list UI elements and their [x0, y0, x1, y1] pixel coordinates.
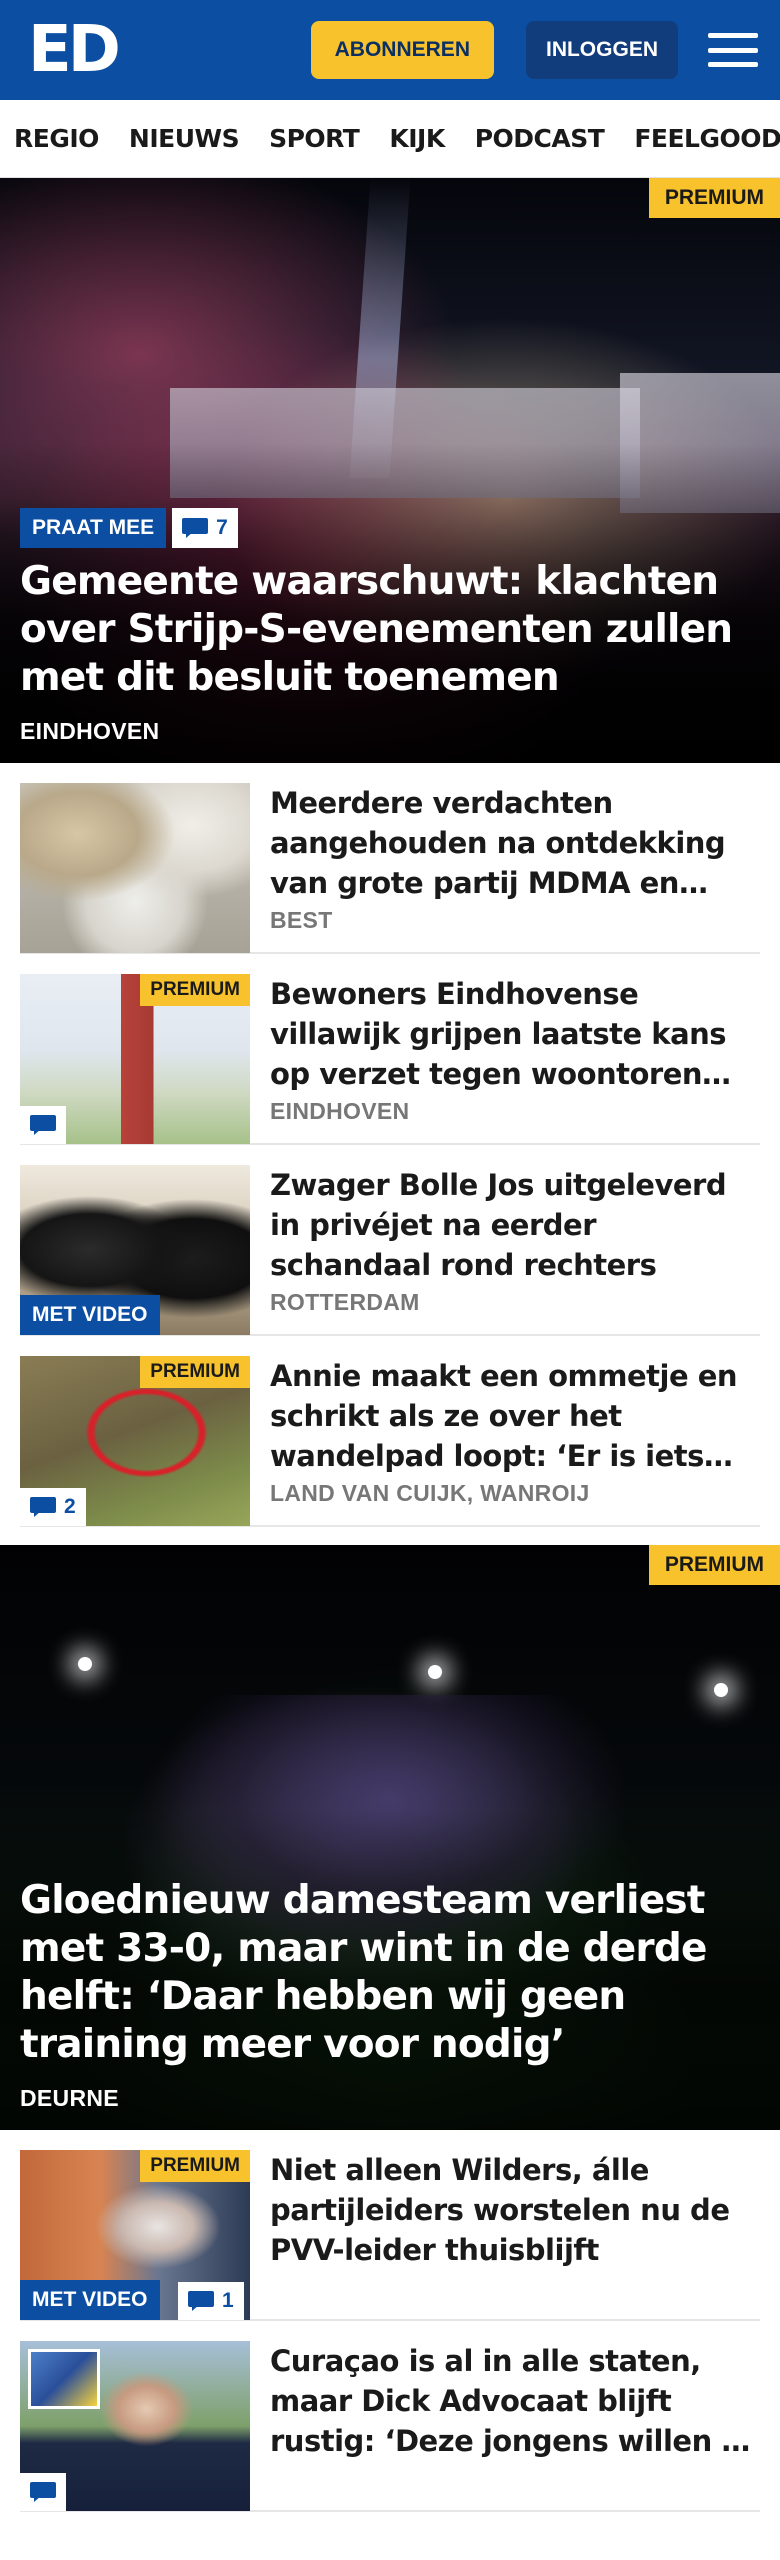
comment-badge[interactable] — [20, 2473, 66, 2511]
video-badge: MET VIDEO — [20, 1295, 160, 1335]
article-headline[interactable]: Annie maakt een ommetje en schrikt als z… — [270, 1356, 760, 1476]
comment-count: 7 — [216, 516, 228, 539]
hero-headline[interactable]: Gemeente waarschuwt: klachten over Strij… — [20, 558, 760, 702]
article-headline[interactable]: Curaçao is al in alle staten, maar Dick … — [270, 2341, 760, 2461]
comment-count: 1 — [222, 2289, 234, 2312]
top-header: ED ABONNEREN INLOGGEN — [0, 0, 780, 100]
article-headline[interactable]: Meerdere verdachten aangehou­den na ontd… — [270, 783, 760, 903]
nav-item-nieuws[interactable]: NIEUWS — [129, 124, 240, 153]
article-location: BEST — [270, 907, 333, 933]
article-location: ROTTERDAM — [270, 1289, 420, 1315]
hero-location: DEURNE — [20, 2085, 119, 2111]
article-list: Meerdere verdachten aangehou­den na ontd… — [0, 763, 780, 1527]
login-button[interactable]: INLOGGEN — [525, 21, 678, 79]
article-headline[interactable]: Bewoners Eindhovense villawijk grijpen l… — [270, 974, 760, 1094]
article-thumbnail[interactable]: MET VIDEO — [20, 1165, 250, 1335]
ed-logo[interactable]: ED — [28, 18, 121, 82]
hero-article-strijp-s[interactable]: PREMIUM PRAAT MEE 7 Gemeente waarschuwt:… — [0, 178, 780, 763]
article-thumbnail[interactable] — [20, 783, 250, 953]
article-item[interactable]: Curaçao is al in alle staten, maar Dick … — [20, 2321, 760, 2512]
comment-count: 2 — [64, 1495, 76, 1518]
nav-item-regio[interactable]: REGIO — [14, 124, 99, 153]
floodlight — [428, 1665, 442, 1679]
hero-headline[interactable]: Gloednieuw damesteam verliest met 33-0, … — [20, 1877, 760, 2069]
article-item[interactable]: MET VIDEO Zwager Bolle Jos uitgeleverd i… — [20, 1145, 760, 1336]
premium-badge: PREMIUM — [140, 1356, 250, 1388]
article-thumbnail[interactable]: PREMIUM 2 — [20, 1356, 250, 1526]
comment-icon — [30, 1497, 56, 1517]
comment-icon — [30, 2482, 56, 2502]
subscribe-button[interactable]: ABONNEREN — [310, 21, 494, 79]
thumbnail-inset-photo — [28, 2349, 100, 2409]
article-location: EINDHOVEN — [270, 1098, 410, 1124]
comment-badge[interactable] — [20, 1106, 66, 1144]
nav-item-kijk[interactable]: KIJK — [389, 124, 445, 153]
premium-badge: PREMIUM — [140, 2150, 250, 2182]
nav-item-feelgood[interactable]: FEELGOOD — [634, 124, 780, 153]
article-list: PREMIUM MET VIDEO 1 Niet alleen Wilders,… — [0, 2130, 780, 2512]
praat-mee-badge[interactable]: PRAAT MEE — [20, 508, 167, 548]
article-item[interactable]: PREMIUM MET VIDEO 1 Niet alleen Wilders,… — [20, 2130, 760, 2321]
article-item[interactable]: Meerdere verdachten aangehou­den na ontd… — [20, 763, 760, 954]
nav-item-sport[interactable]: SPORT — [269, 124, 360, 153]
article-item[interactable]: PREMIUM 2 Annie maakt een ommetje en sch… — [20, 1336, 760, 1527]
floodlight — [714, 1683, 728, 1697]
comment-count-badge[interactable]: 7 — [172, 508, 238, 548]
article-item[interactable]: PREMIUM Bewoners Eindhovense villawijk g… — [20, 954, 760, 1145]
article-location: LAND VAN CUIJK, WANROIJ — [270, 1480, 590, 1506]
article-thumbnail[interactable] — [20, 2341, 250, 2511]
video-badge: MET VIDEO — [20, 2280, 160, 2320]
hamburger-menu-icon[interactable] — [708, 29, 758, 71]
article-headline[interactable]: Niet alleen Wilders, álle partijlei­ders… — [270, 2150, 760, 2270]
premium-badge: PREMIUM — [648, 178, 780, 218]
comment-badge[interactable]: 1 — [178, 2282, 244, 2320]
floodlight — [78, 1657, 92, 1671]
article-headline[interactable]: Zwager Bolle Jos uitgeleverd in privéjet… — [270, 1165, 760, 1285]
nav-item-podcast[interactable]: PODCAST — [475, 124, 605, 153]
hero-article-damesteam[interactable]: PREMIUM Gloednieuw damesteam verliest me… — [0, 1545, 780, 2130]
premium-badge: PREMIUM — [140, 974, 250, 1006]
article-thumbnail[interactable]: PREMIUM — [20, 974, 250, 1144]
article-thumbnail[interactable]: PREMIUM MET VIDEO 1 — [20, 2150, 250, 2320]
comment-badge[interactable]: 2 — [20, 1488, 86, 1526]
comment-icon — [182, 518, 209, 538]
comment-icon — [188, 2291, 214, 2311]
section-nav: REGIO NIEUWS SPORT KIJK PODCAST FEELGOOD — [0, 100, 780, 178]
comment-icon — [30, 1115, 56, 1135]
hero-location: EINDHOVEN — [20, 718, 160, 744]
premium-badge: PREMIUM — [648, 1545, 780, 1585]
